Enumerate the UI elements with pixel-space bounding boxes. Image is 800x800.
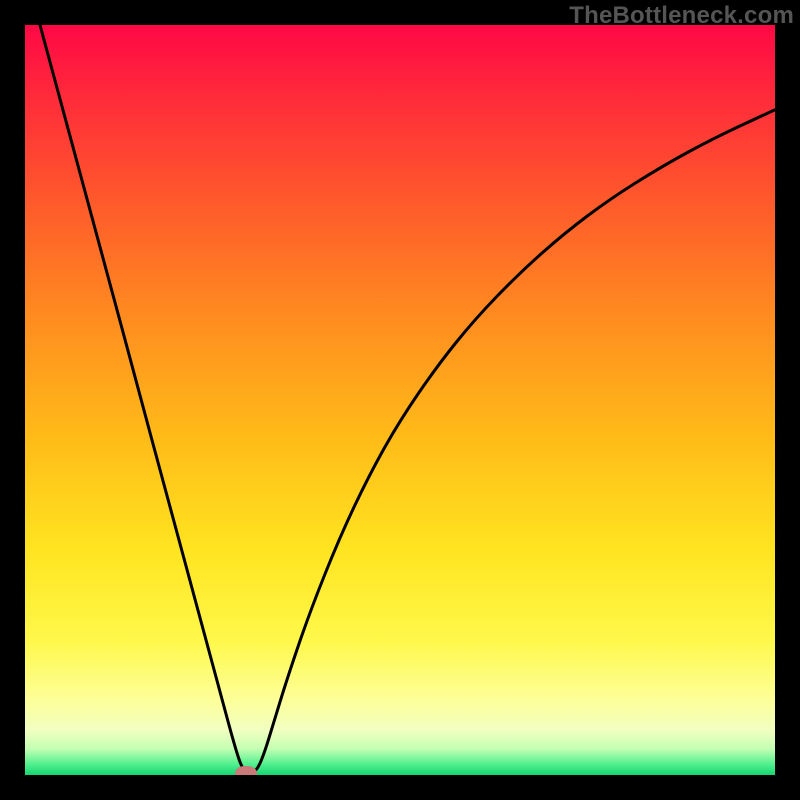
optimum-marker (235, 766, 257, 775)
gradient-background (25, 25, 775, 775)
watermark-text: TheBottleneck.com (569, 2, 794, 30)
plot-area (25, 25, 775, 775)
chart-frame: TheBottleneck.com (0, 0, 800, 800)
chart-svg (25, 25, 775, 775)
